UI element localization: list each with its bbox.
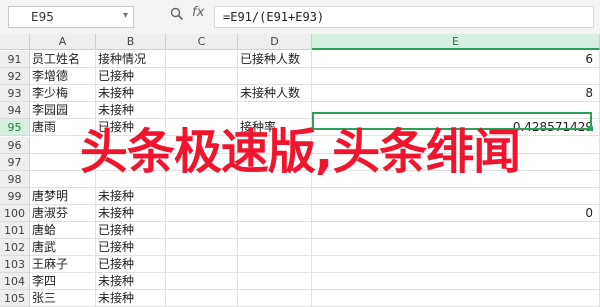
cell-e[interactable] [312, 187, 600, 205]
cell-a[interactable]: 王麻子 [30, 256, 96, 274]
cell-a[interactable]: 李四 [30, 273, 96, 291]
row-header[interactable]: 100 [0, 204, 30, 222]
row-header[interactable]: 101 [0, 222, 30, 240]
row-header[interactable]: 105 [0, 290, 30, 307]
formula-text: =E91/(E91+E93) [223, 10, 325, 24]
cell-c[interactable] [166, 68, 238, 86]
cell-b[interactable]: 已接种 [96, 239, 166, 257]
row-header[interactable]: 104 [0, 273, 30, 291]
cell-d[interactable] [238, 222, 312, 240]
cell-e[interactable] [312, 256, 600, 274]
cell-a[interactable]: 唐淑芬 [30, 204, 96, 222]
cell-b[interactable]: 未接种 [96, 187, 166, 205]
name-box-value: E95 [31, 10, 54, 24]
column-header-c[interactable]: C [166, 34, 238, 50]
cell-b[interactable]: 未接种 [96, 273, 166, 291]
cell-b[interactable]: 未接种 [96, 102, 166, 120]
cell-d[interactable] [238, 256, 312, 274]
name-box[interactable]: E95 ▾ [8, 6, 134, 28]
cell-b[interactable]: 已接种 [96, 222, 166, 240]
cell-c[interactable] [166, 85, 238, 103]
cell-b[interactable]: 已接种 [96, 68, 166, 86]
cell-b[interactable]: 未接种 [96, 290, 166, 307]
cell-c[interactable] [166, 204, 238, 222]
column-header-e[interactable]: E [312, 34, 600, 50]
cell-c[interactable] [166, 51, 238, 69]
cell-a[interactable]: 李少梅 [30, 85, 96, 103]
cell-e[interactable] [312, 290, 600, 307]
cell-d[interactable] [238, 204, 312, 222]
cell-c[interactable] [166, 256, 238, 274]
cell-b[interactable]: 接种情况 [96, 51, 166, 69]
cell-d[interactable]: 未接种人数 [238, 85, 312, 103]
column-header-d[interactable]: D [238, 34, 312, 50]
cell-c[interactable] [166, 290, 238, 307]
cell-d[interactable] [238, 239, 312, 257]
cell-e[interactable] [312, 239, 600, 257]
row-header[interactable]: 94 [0, 102, 30, 120]
cell-c[interactable] [166, 273, 238, 291]
formula-input[interactable]: =E91/(E91+E93) [214, 6, 594, 28]
cell-e[interactable]: 0 [312, 204, 600, 222]
cell-c[interactable] [166, 222, 238, 240]
cell-d[interactable] [238, 102, 312, 120]
cell-d[interactable] [238, 273, 312, 291]
cell-b[interactable]: 已接种 [96, 256, 166, 274]
cell-a[interactable]: 员工姓名 [30, 51, 96, 69]
cell-a[interactable]: 唐梦明 [30, 187, 96, 205]
cell-d[interactable] [238, 290, 312, 307]
zoom-icon[interactable] [170, 7, 184, 25]
cell-a[interactable]: 李园园 [30, 102, 96, 120]
row-header[interactable]: 93 [0, 85, 30, 103]
cell-d[interactable] [238, 187, 312, 205]
cell-e[interactable] [312, 273, 600, 291]
cell-d[interactable]: 已接种人数 [238, 51, 312, 69]
cell-e[interactable]: 6 [312, 51, 600, 69]
cell-c[interactable] [166, 239, 238, 257]
cell-c[interactable] [166, 102, 238, 120]
select-all-corner[interactable] [0, 34, 30, 50]
row-header[interactable]: 91 [0, 51, 30, 69]
cell-e[interactable]: 8 [312, 85, 600, 103]
watermark-overlay: 头条极速版,头条绯闻 [79, 124, 521, 180]
row-header[interactable]: 99 [0, 187, 30, 205]
row-header[interactable]: 103 [0, 256, 30, 274]
cell-d[interactable] [238, 68, 312, 86]
formula-bar: E95 ▾ fx =E91/(E91+E93) [0, 0, 600, 35]
chevron-down-icon[interactable]: ▾ [123, 10, 128, 21]
fx-icon[interactable]: fx [192, 5, 204, 20]
cell-c[interactable] [166, 187, 238, 205]
column-header-a[interactable]: A [30, 34, 96, 50]
cell-a[interactable]: 张三 [30, 290, 96, 307]
cell-b[interactable]: 未接种 [96, 204, 166, 222]
cell-a[interactable]: 唐蛤 [30, 222, 96, 240]
row-header[interactable]: 102 [0, 239, 30, 257]
cell-e[interactable] [312, 102, 600, 120]
column-header-b[interactable]: B [96, 34, 166, 50]
row-header[interactable]: 92 [0, 68, 30, 86]
cell-a[interactable]: 李增德 [30, 68, 96, 86]
cell-e[interactable] [312, 68, 600, 86]
cell-e[interactable] [312, 222, 600, 240]
cell-a[interactable]: 唐武 [30, 239, 96, 257]
cell-b[interactable]: 未接种 [96, 85, 166, 103]
